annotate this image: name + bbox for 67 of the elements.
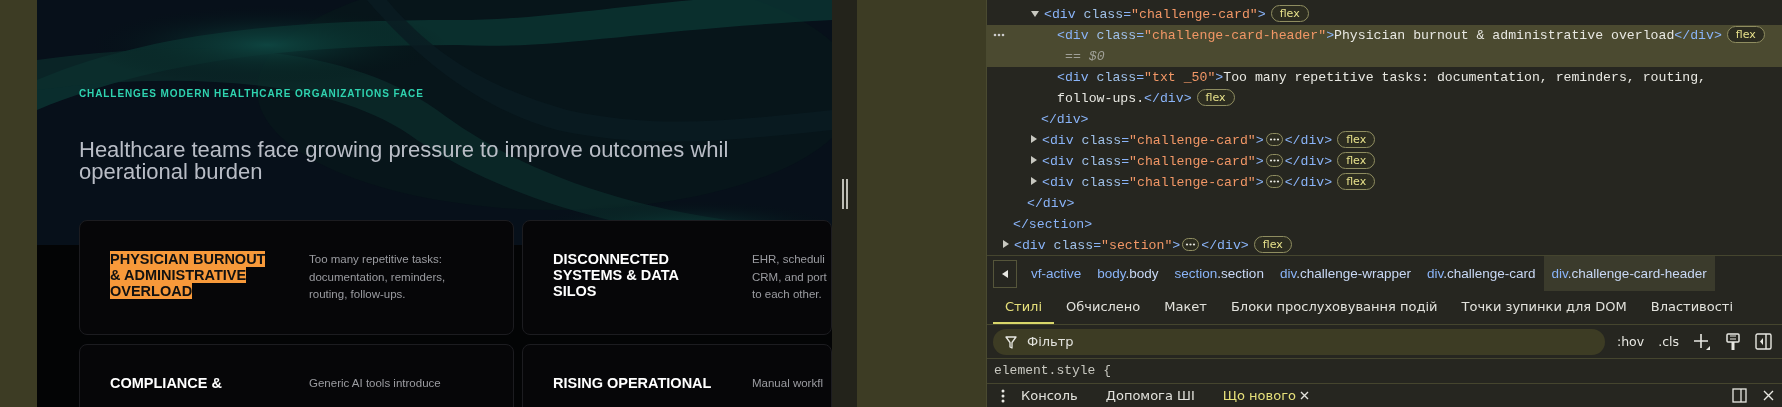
panel-tab[interactable]: Обчислено xyxy=(1054,291,1153,324)
breadcrumb[interactable]: section.section xyxy=(1166,256,1272,291)
close-icon[interactable] xyxy=(1299,391,1309,400)
dom-node[interactable]: <div class="challenge-card"> </div> flex xyxy=(987,151,1782,172)
breadcrumb[interactable]: div.challenge-card-header xyxy=(1543,256,1715,291)
card-title: PHYSICIAN BURNOUT & ADMINISTRATIVE OVERLOAD xyxy=(110,251,267,299)
closing-tag: </section> xyxy=(987,214,1782,235)
card-title: DISCONNECTED SYSTEMS & DATA SILOS xyxy=(553,251,680,299)
scroll-left-button[interactable] xyxy=(993,259,1017,288)
more-icon[interactable] xyxy=(993,33,1005,37)
sidebar-toggle-icon[interactable] xyxy=(1753,333,1774,350)
panel-tab[interactable]: Точки зупинки для DOM xyxy=(1449,291,1639,324)
flex-badge[interactable]: flex xyxy=(1337,173,1376,190)
dock-icon[interactable] xyxy=(1732,388,1747,403)
ellipsis-icon[interactable] xyxy=(1265,175,1283,188)
expand-arrow-icon[interactable] xyxy=(1003,240,1009,248)
filter-field[interactable]: Фільтр xyxy=(993,328,1605,355)
dom-node[interactable]: <div class="challenge-card"> </div> flex xyxy=(987,130,1782,151)
paint-brush-icon[interactable] xyxy=(1723,332,1743,351)
ellipsis-icon[interactable] xyxy=(1265,154,1283,167)
flex-badge[interactable]: flex xyxy=(1337,152,1376,169)
panel-tab[interactable]: Блоки прослуховування подій xyxy=(1218,291,1450,324)
card-description: Manual workfl xyxy=(752,376,824,391)
drawer-tab[interactable]: Що нового xyxy=(1210,388,1321,403)
toolbar-toggle[interactable]: :hov xyxy=(1614,334,1647,349)
dom-node[interactable]: <div class="section"> </div> flex xyxy=(987,235,1782,255)
expand-arrow-icon[interactable] xyxy=(1031,11,1039,17)
section-eyebrow: CHALLENGES MODERN HEALTHCARE ORGANIZATIONS FACE xyxy=(79,88,425,99)
ellipsis-icon[interactable] xyxy=(1182,238,1200,251)
card-title: RISING OPERATIONAL xyxy=(553,375,713,391)
card-description: Generic AI tools introduce xyxy=(309,376,442,391)
dom-node[interactable]: <div class="txt _50">Too many repetitive tasks: documentation, reminders, routing, follow-ups.</div> flex xyxy=(987,67,1782,109)
panel-tab[interactable]: Властивості xyxy=(1638,291,1746,324)
section-heading: Healthcare teams face growing pressure to improve outcomes whil operational burden xyxy=(79,139,730,183)
panel-tab[interactable]: Стилі xyxy=(993,291,1055,324)
filter-icon xyxy=(1005,335,1017,349)
dom-node[interactable]: <div class="challenge-card"> </div> flex xyxy=(987,172,1782,193)
css-rule: element.style { xyxy=(993,362,1113,380)
breadcrumb[interactable]: body.body xyxy=(1089,256,1167,291)
ellipsis-icon[interactable] xyxy=(1265,133,1283,146)
closing-tag: </div> xyxy=(987,109,1782,130)
flex-badge[interactable]: flex xyxy=(1196,89,1235,106)
dom-node[interactable]: <div class="challenge-card"> flex xyxy=(987,4,1782,25)
flex-badge[interactable]: flex xyxy=(1726,26,1765,43)
card-description: EHR, scheduli CRM, and port to each other. xyxy=(752,252,828,302)
expand-arrow-icon[interactable] xyxy=(1031,177,1037,185)
breadcrumb[interactable]: div.challenge-card xyxy=(1419,256,1544,291)
resize-handle[interactable] xyxy=(841,178,848,209)
add-icon[interactable] xyxy=(1691,332,1713,351)
caret-icon xyxy=(1002,269,1008,278)
flex-badge[interactable]: flex xyxy=(1270,5,1309,22)
expand-arrow-icon[interactable] xyxy=(1031,135,1037,143)
flex-badge[interactable]: flex xyxy=(1253,236,1292,253)
more-menu-icon[interactable] xyxy=(1001,388,1005,403)
breadcrumb[interactable]: div.challenge-wrapper xyxy=(1271,256,1419,291)
toolbar-toggle[interactable]: .cls xyxy=(1656,334,1681,349)
drawer-tab[interactable]: Допомога ШІ xyxy=(1093,388,1207,403)
close-icon[interactable] xyxy=(1763,390,1774,401)
expand-arrow-icon[interactable] xyxy=(1031,156,1037,164)
card-description: Too many repetitive tasks: documentation, reminders, routing, follow-ups. xyxy=(309,252,447,302)
card-title: COMPLIANCE & xyxy=(110,375,223,391)
flex-badge[interactable]: flex xyxy=(1337,131,1376,148)
closing-tag: </div> xyxy=(987,193,1782,214)
panel-tab[interactable]: Макет xyxy=(1152,291,1219,324)
dom-node[interactable]: <div class="challenge-card-header">Physician burnout & administrative overload</div> flex == $0 xyxy=(987,25,1782,67)
drawer-tab[interactable]: Консоль xyxy=(1009,388,1090,403)
breadcrumb[interactable]: vf-active xyxy=(1023,256,1090,291)
